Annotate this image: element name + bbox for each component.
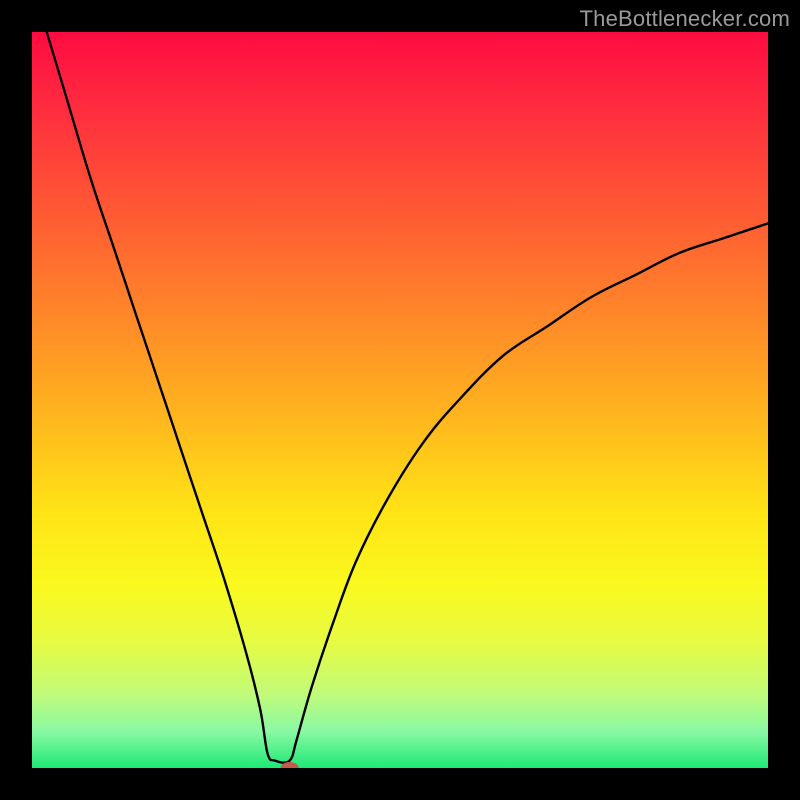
watermark-label: TheBottlenecker.com bbox=[580, 6, 790, 32]
chart-frame: TheBottlenecker.com bbox=[0, 0, 800, 800]
bottleneck-chart bbox=[32, 32, 768, 768]
gradient-background bbox=[32, 32, 768, 768]
plot-area bbox=[32, 32, 768, 768]
